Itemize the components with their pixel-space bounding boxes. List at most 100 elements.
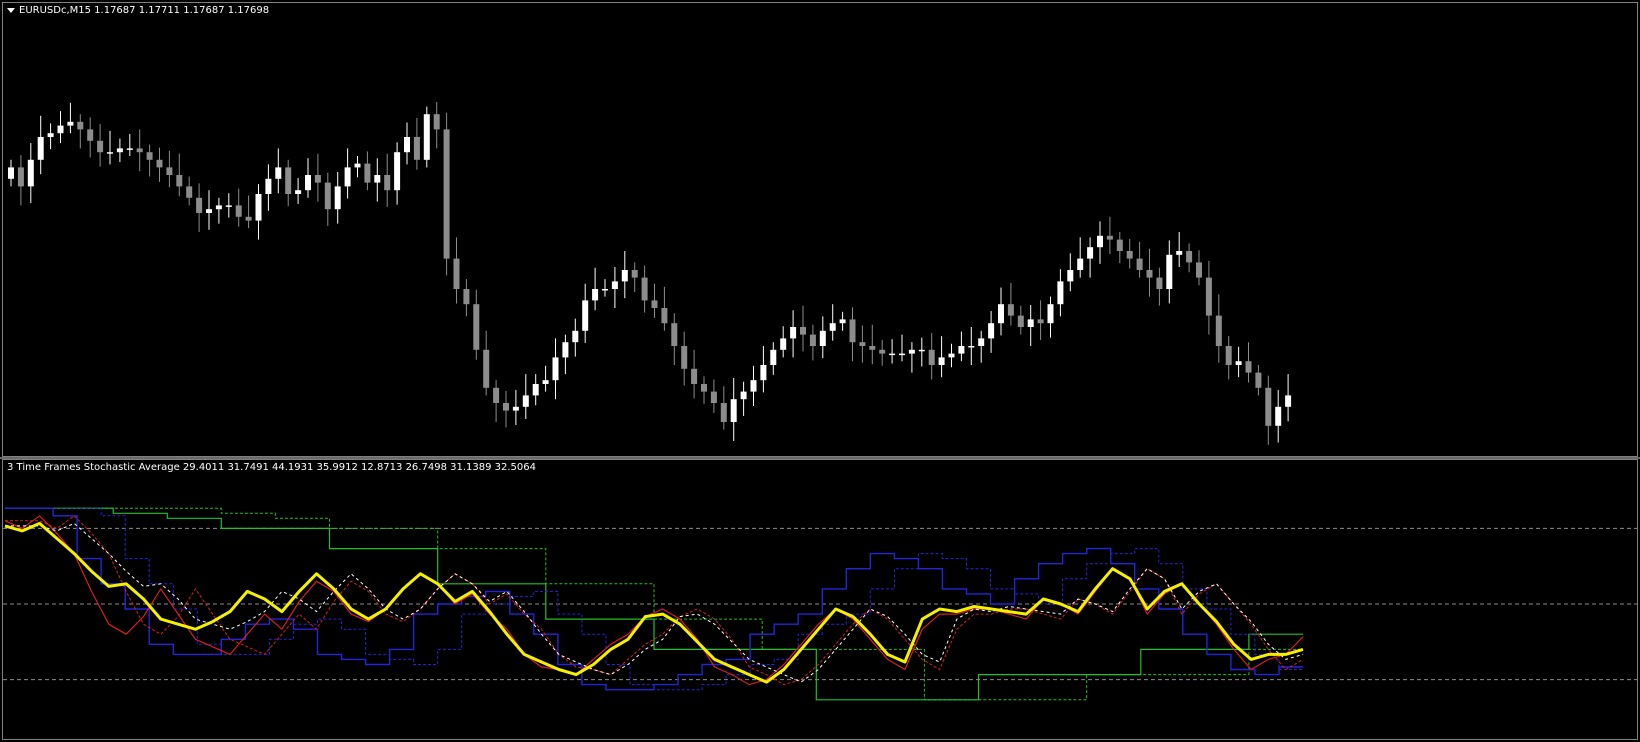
candle (1156, 267, 1163, 306)
candle (1067, 253, 1074, 292)
candle-body (988, 323, 995, 339)
candle-body (384, 175, 391, 191)
price-chart-pane[interactable]: EURUSDc,M15 1.17687 1.17711 1.17687 1.17… (2, 2, 1638, 457)
candle (225, 193, 232, 218)
candle (295, 178, 302, 204)
candle-body (146, 152, 153, 160)
candle (572, 318, 579, 357)
candle-body (1136, 258, 1143, 270)
candle (126, 133, 133, 156)
candle-body (631, 270, 638, 278)
candle-body (938, 357, 945, 365)
candle (364, 151, 371, 191)
candle-body (463, 289, 470, 305)
candle-body (611, 281, 618, 289)
candle-body (592, 289, 599, 301)
candle-body (522, 395, 529, 407)
candle-body (295, 190, 302, 194)
candle (602, 279, 608, 297)
candle-body (928, 349, 935, 365)
candle (1017, 305, 1024, 335)
candle-body (661, 308, 668, 324)
candle-body (1176, 251, 1183, 255)
candle-body (453, 258, 460, 289)
candle-body (275, 167, 282, 179)
candle (839, 311, 846, 331)
candle-body (503, 403, 509, 411)
candle-body (235, 205, 242, 217)
chart-window[interactable]: EURUSDc,M15 1.17687 1.17711 1.17687 1.17… (0, 0, 1640, 742)
candle-body (1037, 319, 1044, 324)
candle (532, 374, 539, 406)
candle (701, 376, 707, 404)
candle-body (433, 114, 440, 130)
candle (859, 325, 866, 363)
candle (740, 381, 747, 416)
candle (691, 349, 698, 399)
candle-body (344, 167, 351, 187)
candle (671, 313, 678, 365)
candle-body (1087, 247, 1094, 259)
candle (681, 331, 688, 386)
candle (374, 158, 381, 202)
candle (275, 148, 282, 194)
candle-body (819, 330, 826, 346)
candle (710, 379, 717, 413)
candle (829, 304, 836, 341)
candle (948, 343, 955, 368)
candle (107, 130, 113, 165)
candle-body (1265, 387, 1272, 426)
candle-body (780, 338, 787, 350)
candle (1215, 294, 1222, 363)
candle-body (166, 167, 173, 175)
candle-body (1225, 346, 1232, 365)
candle-body (334, 186, 341, 210)
candle (1087, 237, 1094, 278)
candle-body (215, 205, 222, 210)
candle (17, 155, 24, 206)
candle-body (493, 387, 500, 403)
candle (1106, 216, 1113, 255)
candle (512, 390, 519, 426)
candle (166, 150, 173, 188)
candle (186, 176, 193, 206)
candle-body (1186, 251, 1193, 263)
collapse-triangle-icon[interactable] (7, 7, 15, 13)
candle (582, 283, 589, 343)
medium-stoch-line (5, 507, 1303, 691)
candle-body (255, 194, 262, 221)
candle (136, 129, 143, 172)
candle (869, 324, 876, 365)
candle-body (67, 121, 74, 126)
candle (1007, 282, 1014, 326)
candle-body (1126, 251, 1133, 259)
candle-body (651, 300, 658, 308)
candle (394, 142, 401, 205)
candle (899, 334, 905, 362)
candle (928, 333, 935, 380)
candle (1225, 336, 1232, 380)
candle-body (136, 148, 143, 153)
candle (1047, 296, 1054, 338)
stochastic-indicator-chart (3, 507, 1637, 701)
candle-body (1275, 406, 1282, 426)
candle-body (1285, 395, 1292, 407)
candle (998, 287, 1004, 336)
candle-body (849, 319, 856, 343)
candle (978, 330, 985, 363)
candle-body (225, 205, 232, 207)
candle-body (1235, 361, 1242, 365)
indicator-pane[interactable]: 3 Time Frames Stochastic Average 29.4011… (2, 459, 1638, 740)
candle-body (17, 167, 24, 187)
candle (463, 279, 470, 317)
candle (908, 342, 915, 373)
candle-body (681, 346, 688, 369)
candle (750, 365, 757, 407)
candle (1126, 238, 1133, 269)
candle (1205, 260, 1212, 335)
candle-body (641, 277, 648, 301)
candle-body (176, 175, 183, 187)
candle (334, 171, 341, 224)
candle (1136, 241, 1143, 278)
candle-body (57, 125, 64, 134)
